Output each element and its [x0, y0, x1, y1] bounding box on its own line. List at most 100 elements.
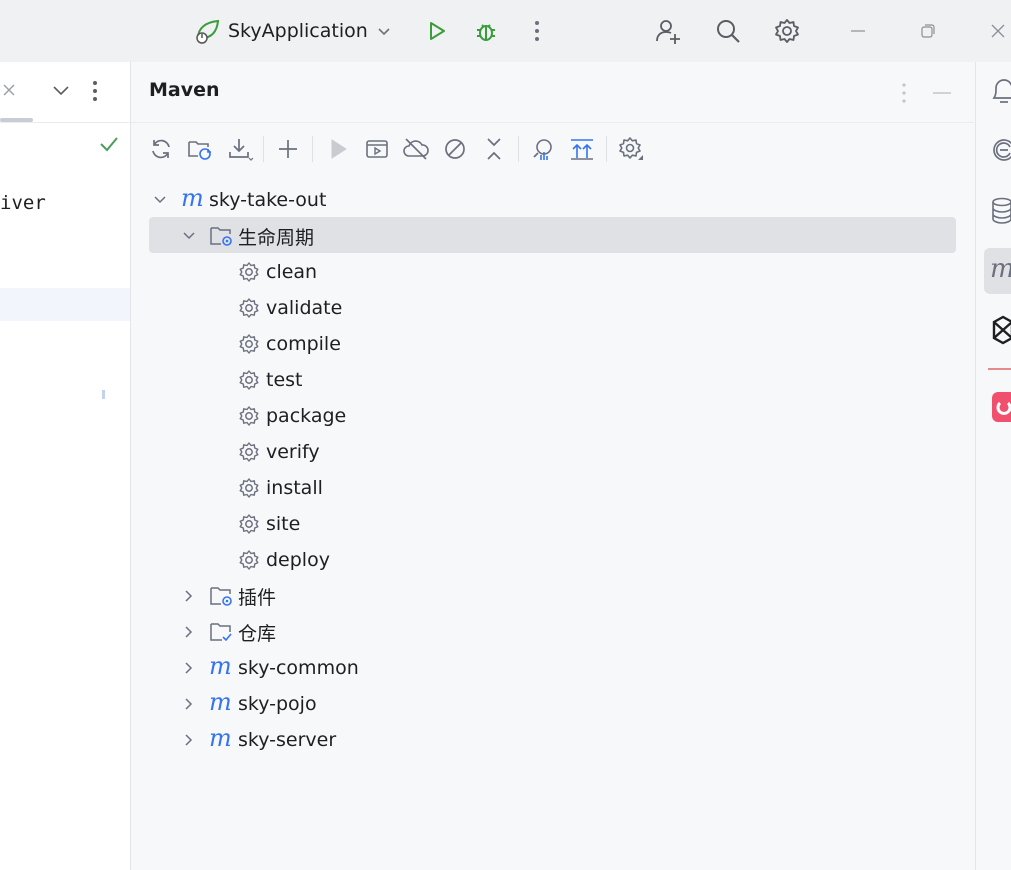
editor-pane: iver — [0, 62, 131, 870]
more-vertical-icon[interactable] — [92, 80, 98, 102]
tree-node-label: sky-common — [238, 657, 359, 679]
chevron-right-icon[interactable] — [180, 695, 198, 713]
tree-node-module[interactable]: m sky-common — [131, 650, 974, 686]
run-configuration-label: SkyApplication — [228, 20, 368, 42]
show-dependencies-icon[interactable] — [566, 132, 598, 166]
repositories-folder-icon — [209, 620, 235, 644]
download-icon[interactable] — [224, 132, 256, 166]
maven-module-icon: m — [209, 724, 232, 752]
add-user-icon[interactable] — [650, 13, 686, 49]
lifecycle-folder-icon — [209, 224, 235, 248]
restore-icon[interactable] — [912, 15, 944, 47]
divider — [0, 122, 130, 123]
tree-node-goal[interactable]: install — [131, 470, 974, 506]
gear-icon — [238, 369, 260, 391]
tree-node-goal[interactable]: compile — [131, 326, 974, 362]
tree-node-label: test — [266, 369, 303, 391]
tree-node-label: package — [266, 405, 347, 427]
maven-tool-button[interactable]: m — [984, 248, 1011, 294]
maven-icon: m — [990, 256, 1011, 282]
divider — [988, 368, 1011, 370]
tree-node-goal[interactable]: validate — [131, 290, 974, 326]
chevron-right-icon[interactable] — [180, 623, 198, 641]
gear-icon — [238, 441, 260, 463]
tree-node-label: deploy — [266, 549, 330, 571]
close-tab-icon[interactable] — [0, 80, 20, 100]
run-icon[interactable] — [420, 15, 452, 47]
chevron-down-icon[interactable] — [180, 227, 198, 245]
maven-module-icon: m — [181, 184, 204, 212]
spring-boot-icon — [192, 16, 222, 46]
maven-module-icon: m — [209, 652, 232, 680]
tree-node-label: 仓库 — [238, 622, 277, 645]
tree-node-label: sky-take-out — [209, 189, 327, 211]
tree-node-label: validate — [266, 297, 343, 319]
tree-node-goal[interactable]: deploy — [131, 542, 974, 578]
tree-node-module[interactable]: m sky-pojo — [131, 686, 974, 722]
plugins-folder-icon — [209, 584, 235, 608]
gear-icon — [238, 261, 260, 283]
run-icon[interactable] — [322, 132, 354, 166]
search-icon[interactable] — [710, 13, 746, 49]
chevron-right-icon[interactable] — [180, 659, 198, 677]
collapse-icon[interactable] — [478, 132, 510, 166]
plugin-icon[interactable] — [990, 314, 1011, 346]
chevron-right-icon[interactable] — [180, 731, 198, 749]
tree-node-goal[interactable]: site — [131, 506, 974, 542]
tree-node-label: 生命周期 — [238, 226, 315, 249]
tree-node-goal[interactable]: test — [131, 362, 974, 398]
tree-node-label: compile — [266, 333, 341, 355]
add-icon[interactable] — [272, 132, 304, 166]
maven-module-icon: m — [209, 688, 232, 716]
chevron-down-icon — [374, 21, 394, 41]
tree-node-repositories[interactable]: 仓库 — [131, 614, 974, 650]
more-vertical-icon[interactable] — [522, 15, 552, 47]
chevron-right-icon[interactable] — [180, 587, 198, 605]
tree-node-label: 插件 — [238, 586, 277, 609]
gear-icon — [238, 477, 260, 499]
tree-node-lifecycle[interactable]: 生命周期 — [131, 218, 974, 254]
close-icon[interactable] — [984, 15, 1011, 47]
maven-title: Maven — [149, 79, 220, 101]
maven-tool-window: Maven m sky-take-out 生命周期 clean validate… — [131, 62, 974, 870]
chevron-down-icon[interactable] — [151, 191, 169, 209]
maven-header: Maven — [131, 62, 974, 123]
tree-node-label: clean — [266, 261, 318, 283]
more-vertical-icon[interactable] — [901, 82, 907, 104]
tree-node-label: sky-pojo — [238, 693, 317, 715]
analyze-icon[interactable] — [527, 132, 559, 166]
tree-node-module[interactable]: m sky-server — [131, 722, 974, 758]
title-bar: SkyApplication — [0, 0, 1011, 62]
ai-assistant-icon[interactable] — [990, 136, 1011, 164]
notifications-icon[interactable] — [990, 76, 1011, 106]
chevron-down-icon[interactable] — [50, 80, 72, 100]
gear-icon — [238, 297, 260, 319]
reload-folder-icon[interactable] — [184, 132, 216, 166]
current-line-highlight — [0, 288, 130, 321]
debug-icon[interactable] — [470, 15, 502, 47]
tree-node-label: sky-server — [238, 729, 337, 751]
minimize-icon[interactable] — [842, 15, 874, 47]
gear-icon — [238, 333, 260, 355]
scroll-marker — [102, 390, 105, 399]
run-config-icon[interactable] — [361, 132, 393, 166]
tree-node-plugins[interactable]: 插件 — [131, 578, 974, 614]
tree-node-label: install — [266, 477, 323, 499]
settings-icon[interactable] — [615, 132, 647, 166]
code-fragment: iver — [0, 192, 46, 214]
offline-icon[interactable] — [400, 132, 432, 166]
tree-node-goal[interactable]: package — [131, 398, 974, 434]
right-tool-strip: m — [975, 62, 1011, 870]
tree-node-label: verify — [266, 441, 320, 463]
tree-node-root[interactable]: m sky-take-out — [131, 182, 974, 218]
gear-icon — [238, 405, 260, 427]
run-configuration-selector[interactable]: SkyApplication — [192, 14, 394, 48]
tree-node-goal[interactable]: clean — [131, 254, 974, 290]
hide-panel-icon[interactable] — [931, 90, 953, 96]
tree-node-goal[interactable]: verify — [131, 434, 974, 470]
database-icon[interactable] — [991, 196, 1011, 226]
reload-icon[interactable] — [145, 132, 177, 166]
skip-tests-icon[interactable] — [439, 132, 471, 166]
plugin-app-icon[interactable] — [992, 392, 1011, 422]
settings-icon[interactable] — [769, 13, 805, 49]
